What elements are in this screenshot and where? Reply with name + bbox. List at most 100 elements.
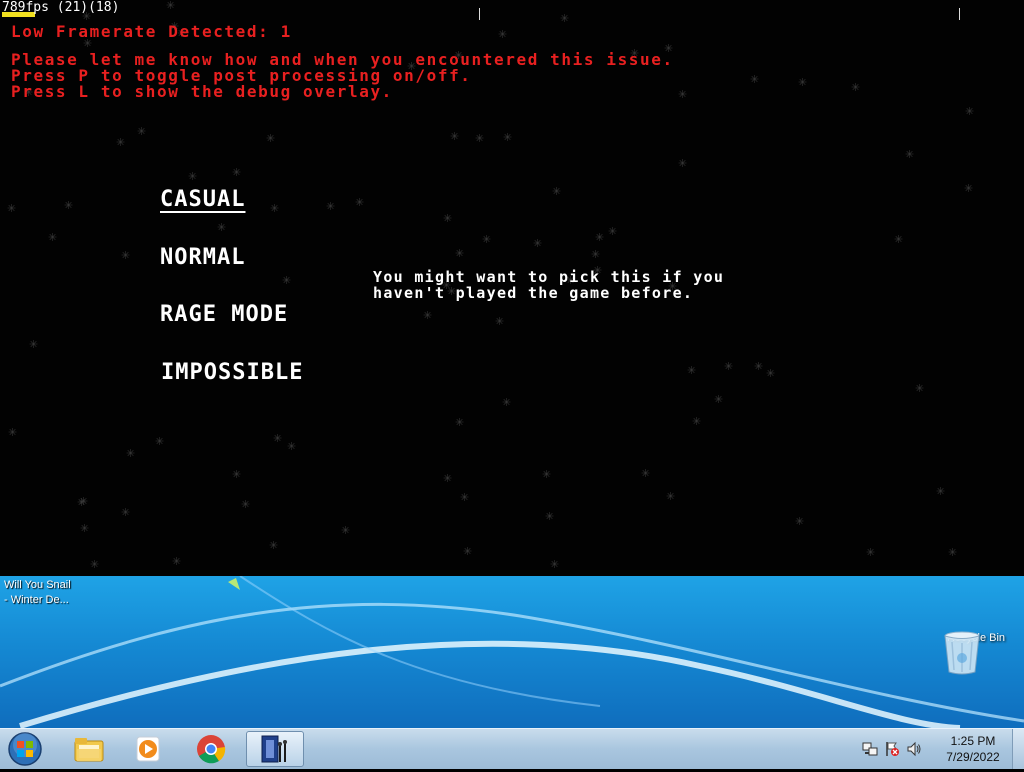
snowflake: ✳: [116, 136, 126, 149]
snowflake: ✳: [7, 202, 17, 215]
snowflake: ✳: [443, 212, 453, 225]
taskbar-explorer-button[interactable]: [60, 731, 118, 767]
fps-counter: 789fps (21)(18): [2, 0, 120, 15]
start-button[interactable]: [4, 730, 46, 768]
taskbar-game-button[interactable]: [246, 731, 304, 767]
snowflake: ✳: [936, 485, 946, 498]
snowflake: ✳: [948, 546, 958, 559]
game-window[interactable]: ✳ ✳ ✳ ✳ ✳ ✳ ✳ ✳ ✳ ✳ ✳ ✳ ✳ ✳ ✳ ✳ ✳ ✳ ✳ ✳ ✳ ✳ ✳ ✳ ✳ ✳ ✳ ✳ ✳ ✳ ✳ ✳ ✳ ✳ ✳ ✳ ✳ ✳ ✳ ✳…: [0, 0, 1024, 576]
desktop-wallpaper[interactable]: Will You Snail - Winter De... Recycle Bi…: [0, 576, 1024, 728]
snowflake: ✳: [166, 0, 176, 12]
snowflake: ✳: [678, 157, 688, 170]
snowflake: ✳: [482, 233, 492, 246]
snowflake: ✳: [905, 148, 915, 161]
snowflake: ✳: [80, 522, 90, 535]
snowflake: ✳: [475, 132, 485, 145]
snowflake: ✳: [552, 185, 562, 198]
snowflake: ✳: [591, 248, 601, 261]
snowflake: ✳: [560, 12, 570, 25]
snowflake: ✳: [241, 498, 251, 511]
snowflake: ✳: [798, 76, 808, 89]
snowflake: ✳: [795, 515, 805, 528]
snowflake: ✳: [542, 468, 552, 481]
snowflake: ✳: [724, 360, 734, 373]
snowflake: ✳: [641, 467, 651, 480]
difficulty-rage-mode[interactable]: RAGE MODE: [160, 302, 288, 327]
snowflake: ✳: [750, 73, 760, 86]
snowflake: ✳: [423, 309, 433, 322]
snowflake: ✳: [232, 166, 242, 179]
snowflake: ✳: [188, 170, 198, 183]
snowflake: ✳: [455, 416, 465, 429]
snowflake: ✳: [287, 440, 297, 453]
wallpaper-swirl: [0, 576, 1024, 728]
snowflake: ✳: [866, 546, 876, 559]
marker-tick: [959, 8, 960, 20]
media-player-icon: [136, 736, 160, 762]
snowflake: ✳: [964, 182, 974, 195]
snowflake: ✳: [495, 315, 505, 328]
snowflake: ✳: [64, 199, 74, 212]
chrome-icon: [197, 735, 226, 764]
snowflake: ✳: [894, 233, 904, 246]
snowflake: ✳: [266, 132, 276, 145]
snowflake: ✳: [282, 274, 292, 287]
snowflake: ✳: [714, 393, 724, 406]
taskbar-media-player-button[interactable]: [120, 731, 178, 767]
debug-overlay-hint: Press L to show the debug overlay.: [11, 82, 393, 101]
snowflake: ✳: [121, 506, 131, 519]
snowflake: ✳: [450, 130, 460, 143]
snowflake: ✳: [851, 81, 861, 94]
difficulty-normal[interactable]: NORMAL: [160, 245, 245, 270]
taskbar: 1:25 PM 7/29/2022: [0, 728, 1024, 769]
snowflake: ✳: [137, 125, 147, 138]
snowflake: ✳: [270, 202, 280, 215]
snowflake: ✳: [502, 396, 512, 409]
snowflake: ✳: [269, 539, 279, 552]
snowflake: ✳: [273, 432, 283, 445]
snowflake: ✳: [666, 490, 676, 503]
snowflake: ✳: [217, 221, 227, 234]
snowflake: ✳: [443, 472, 453, 485]
game-app-icon: [261, 735, 287, 763]
snowflake: ✳: [503, 131, 513, 144]
recycle-bin-icon: [944, 631, 980, 675]
difficulty-description: You might want to pick this if you haven…: [373, 268, 725, 302]
snowflake: ✳: [8, 426, 18, 439]
snowflake: ✳: [766, 367, 776, 380]
snowflake: ✳: [915, 382, 925, 395]
start-orb-icon: [8, 732, 42, 766]
window-title-line2: - Winter De...: [4, 594, 69, 606]
show-desktop-button[interactable]: [1012, 729, 1024, 769]
snowflake: ✳: [341, 524, 351, 537]
snowflake: ✳: [455, 247, 465, 260]
taskbar-chrome-button[interactable]: [182, 731, 240, 767]
action-center-flag-icon[interactable]: [884, 741, 900, 757]
snowflake: ✳: [498, 28, 508, 41]
difficulty-impossible[interactable]: IMPOSSIBLE: [161, 360, 303, 385]
snowflake: ✳: [692, 415, 702, 428]
clock[interactable]: 1:25 PM 7/29/2022: [938, 733, 1008, 765]
snowflake: ✳: [965, 105, 975, 118]
snowflake: ✳: [687, 364, 697, 377]
network-icon[interactable]: [862, 741, 878, 757]
snowflake: ✳: [232, 468, 242, 481]
volume-icon[interactable]: [906, 741, 922, 757]
window-title-line1: Will You Snail: [4, 579, 71, 591]
snowflake: ✳: [126, 447, 136, 460]
system-tray: [862, 729, 922, 769]
snowflake: ✳: [29, 338, 39, 351]
snowflake: ✳: [678, 88, 688, 101]
difficulty-casual[interactable]: CASUAL: [160, 187, 245, 212]
snowflake: ✳: [121, 249, 131, 262]
game-window-label: Will You Snail - Winter De...: [4, 578, 71, 608]
clock-date: 7/29/2022: [946, 750, 1000, 764]
marker-tick: [479, 8, 480, 20]
recycle-bin[interactable]: Recycle Bin: [942, 630, 1010, 675]
snowflake: ✳: [77, 496, 87, 509]
windows-explorer-icon: [74, 738, 104, 762]
clock-time: 1:25 PM: [950, 734, 996, 748]
snowflake: ✳: [48, 231, 58, 244]
snowflake: ✳: [460, 491, 470, 504]
snowflake: ✳: [595, 231, 605, 244]
